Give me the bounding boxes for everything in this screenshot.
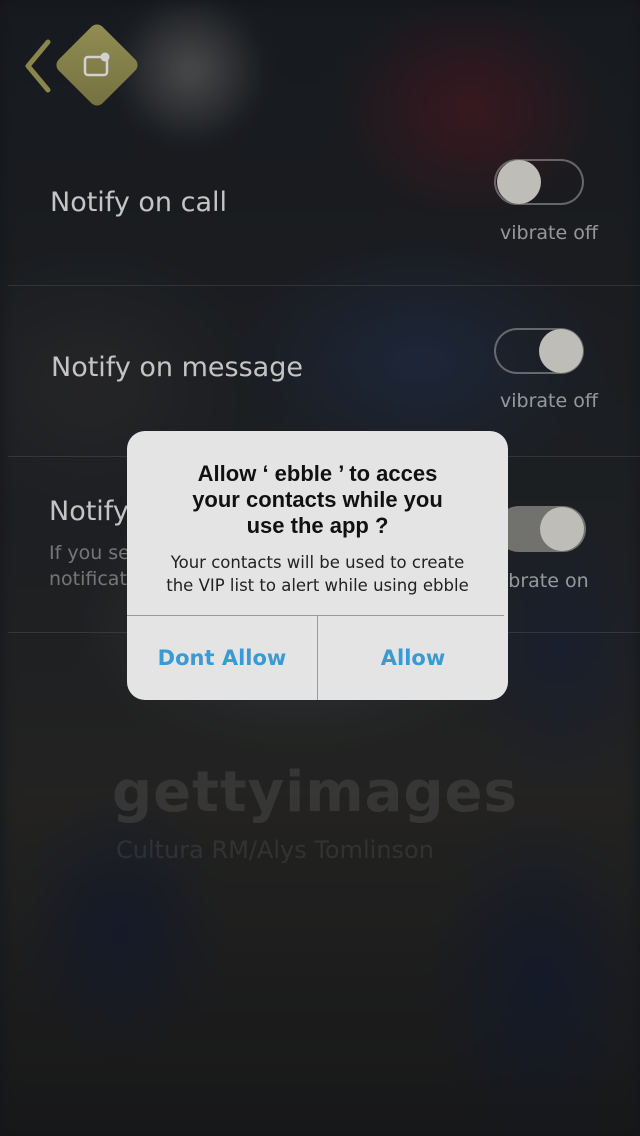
settings-screen: gettyimages Cultura RM/Alys Tomlinson No… — [0, 0, 640, 1136]
alert-title-line: your contacts while you — [192, 487, 443, 512]
alert-message: Your contacts will be used to create the… — [141, 551, 494, 597]
alert-title-line: use the app ? — [246, 513, 389, 538]
alert-title-line: Allow ‘ ebble ’ to acces — [197, 461, 438, 486]
allow-button[interactable]: Allow — [318, 616, 508, 700]
alert-message-line: the VIP list to alert while using ebble — [166, 576, 469, 595]
alert-title: Allow ‘ ebble ’ to acces your contacts w… — [147, 461, 488, 539]
alert-message-line: Your contacts will be used to create — [170, 553, 465, 572]
contacts-permission-alert: Allow ‘ ebble ’ to acces your contacts w… — [127, 431, 508, 700]
dont-allow-button[interactable]: Dont Allow — [127, 616, 317, 700]
